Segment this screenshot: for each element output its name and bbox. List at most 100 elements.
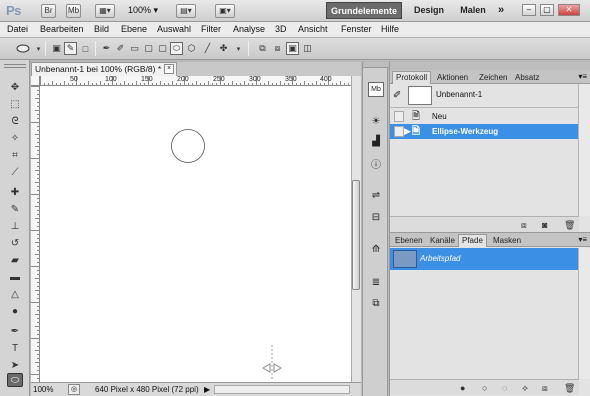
- menu-ansicht[interactable]: Ansicht: [298, 24, 328, 34]
- info-icon[interactable]: ⓘ: [368, 156, 384, 171]
- document-tab[interactable]: Unbenannt-1 bei 100% (RGB/8) * ×: [31, 62, 177, 76]
- tab-masken[interactable]: Masken: [490, 235, 524, 247]
- more-workspaces-icon[interactable]: »: [494, 2, 508, 19]
- adjustments-icon[interactable]: ⇌: [368, 188, 384, 203]
- brushes-icon[interactable]: ⊟: [368, 210, 384, 225]
- healing-brush-icon[interactable]: ✚: [7, 185, 23, 199]
- move-tool-icon[interactable]: ✥: [7, 80, 23, 94]
- menu-3d[interactable]: 3D: [275, 24, 287, 34]
- menu-bearbeiten[interactable]: Bearbeiten: [40, 24, 84, 34]
- mini-bridge-icon[interactable]: Mb: [368, 82, 384, 97]
- panel-menu-icon[interactable]: ▾≡: [578, 235, 587, 244]
- new-document-from-state-icon[interactable]: ⧈: [521, 220, 527, 231]
- camera-snapshot-icon[interactable]: ◙: [542, 220, 547, 230]
- ellipse-path[interactable]: [170, 128, 206, 164]
- status-menu-icon[interactable]: ◎: [68, 384, 80, 395]
- path-item-arbeitspfad[interactable]: Arbeitspfad: [390, 248, 579, 270]
- lasso-tool-icon[interactable]: ᘓ: [7, 114, 23, 128]
- trash-icon[interactable]: 🗑: [564, 383, 575, 394]
- tab-pfade[interactable]: Pfade: [458, 234, 487, 247]
- line-tool-icon[interactable]: ╱: [201, 42, 214, 55]
- tab-ebenen[interactable]: Ebenen: [392, 235, 426, 247]
- exclude-overlap-icon[interactable]: ◫: [301, 42, 314, 55]
- ellipse-tool-icon[interactable]: ⬭: [7, 373, 23, 387]
- vertical-ruler[interactable]: [31, 86, 40, 382]
- menu-analyse[interactable]: Analyse: [233, 24, 265, 34]
- eraser-tool-icon[interactable]: ▰: [7, 253, 23, 267]
- horizontal-ruler[interactable]: 50 100 150 200 250 300 350 400: [40, 76, 351, 86]
- paths-scrollbar[interactable]: [578, 248, 590, 379]
- stroke-path-icon[interactable]: ○: [482, 383, 487, 393]
- pen-tool-icon[interactable]: ✒: [7, 324, 23, 338]
- dodge-tool-icon[interactable]: ●: [7, 304, 23, 318]
- layers-icon[interactable]: ≣: [368, 275, 384, 290]
- blur-tool-icon[interactable]: △: [7, 287, 23, 301]
- toolbox-grip[interactable]: [4, 64, 26, 68]
- menu-filter[interactable]: Filter: [201, 24, 221, 34]
- marquee-tool-icon[interactable]: ⬚: [7, 97, 23, 111]
- workspace-design[interactable]: Design: [408, 2, 450, 19]
- path-selection-icon[interactable]: ➤: [7, 358, 23, 372]
- tab-zeichen[interactable]: Zeichen: [476, 72, 510, 84]
- make-work-path-icon[interactable]: ⟡: [522, 383, 528, 394]
- rounded-rect-alt-icon[interactable]: ▢: [156, 42, 169, 55]
- rounded-rectangle-icon[interactable]: ▢: [142, 42, 155, 55]
- freeform-pen-icon[interactable]: ✐: [114, 42, 127, 55]
- channels-icon[interactable]: ⧉: [368, 296, 384, 311]
- subtract-path-icon[interactable]: ⧈: [271, 42, 284, 55]
- horizontal-scrollbar[interactable]: [214, 385, 350, 394]
- strip-grip[interactable]: [363, 62, 389, 68]
- custom-shape-icon[interactable]: ✤: [217, 42, 230, 55]
- chevron-down-icon[interactable]: ▾: [32, 42, 45, 55]
- menu-hilfe[interactable]: Hilfe: [381, 24, 399, 34]
- gradient-tool-icon[interactable]: ▬: [7, 270, 23, 284]
- ellipse-tool-icon[interactable]: ⬭: [170, 42, 183, 55]
- clone-stamp-icon[interactable]: ⊥: [7, 219, 23, 233]
- clone-source-icon[interactable]: ⟰: [368, 242, 384, 257]
- status-arrow-icon[interactable]: ▶: [204, 383, 210, 396]
- eyedropper-tool-icon[interactable]: ⟋: [7, 165, 23, 179]
- tab-protokoll[interactable]: Protokoll: [392, 71, 432, 84]
- arrange-documents-button[interactable]: ▤▾: [176, 4, 196, 18]
- fill-pixels-icon[interactable]: □: [79, 42, 92, 55]
- workspace-grundelemente[interactable]: Grundelemente: [326, 2, 402, 19]
- new-path-icon[interactable]: ⧈: [542, 383, 548, 394]
- add-to-path-icon[interactable]: ⧉: [256, 42, 269, 55]
- shape-layers-icon[interactable]: ▣: [50, 42, 63, 55]
- mini-bridge-button[interactable]: Mb: [66, 4, 81, 18]
- menu-datei[interactable]: Datei: [7, 24, 28, 34]
- history-snapshot[interactable]: ✐ Unbenannt-1: [390, 84, 579, 108]
- panel-grip[interactable]: [390, 62, 590, 70]
- close-icon[interactable]: ✕: [558, 4, 580, 16]
- history-item-ellipse[interactable]: ▶ 🗎 Ellipse-Werkzeug: [390, 124, 579, 139]
- intersect-path-icon[interactable]: ▣: [286, 42, 299, 55]
- rectangle-tool-icon[interactable]: ▭: [128, 42, 141, 55]
- history-source-box[interactable]: [394, 111, 404, 122]
- panel-menu-icon[interactable]: ▾≡: [578, 72, 587, 81]
- trash-icon[interactable]: 🗑: [564, 220, 575, 231]
- history-item-neu[interactable]: 🗎 Neu: [390, 109, 579, 124]
- tool-preset-picker[interactable]: [12, 42, 34, 55]
- menu-bild[interactable]: Bild: [94, 24, 109, 34]
- view-extras-button[interactable]: ▦▾: [95, 4, 115, 18]
- fill-path-icon[interactable]: ●: [460, 383, 465, 393]
- zoom-field[interactable]: 100%: [33, 383, 53, 396]
- history-brush-icon[interactable]: ↺: [7, 236, 23, 250]
- tab-kanaele[interactable]: Kanäle: [427, 235, 458, 247]
- close-document-icon[interactable]: ×: [164, 64, 174, 74]
- history-brush-source-icon[interactable]: ✐: [393, 90, 401, 101]
- workspace-malen[interactable]: Malen: [455, 2, 491, 19]
- load-selection-icon[interactable]: ◌: [502, 383, 507, 393]
- tab-aktionen[interactable]: Aktionen: [434, 72, 471, 84]
- zoom-level-dropdown[interactable]: 100% ▾: [128, 5, 158, 16]
- polygon-tool-icon[interactable]: ⬡: [185, 42, 198, 55]
- ruler-origin[interactable]: [31, 76, 40, 86]
- history-scrollbar[interactable]: [578, 84, 590, 216]
- menu-ebene[interactable]: Ebene: [121, 24, 147, 34]
- tab-absatz[interactable]: Absatz: [512, 72, 542, 84]
- scrollbar-thumb[interactable]: [352, 180, 360, 290]
- histogram-icon[interactable]: ▟: [368, 134, 384, 149]
- history-source-box[interactable]: [394, 126, 404, 137]
- navigator-icon[interactable]: ☀: [368, 114, 384, 129]
- minimize-icon[interactable]: –: [522, 4, 536, 16]
